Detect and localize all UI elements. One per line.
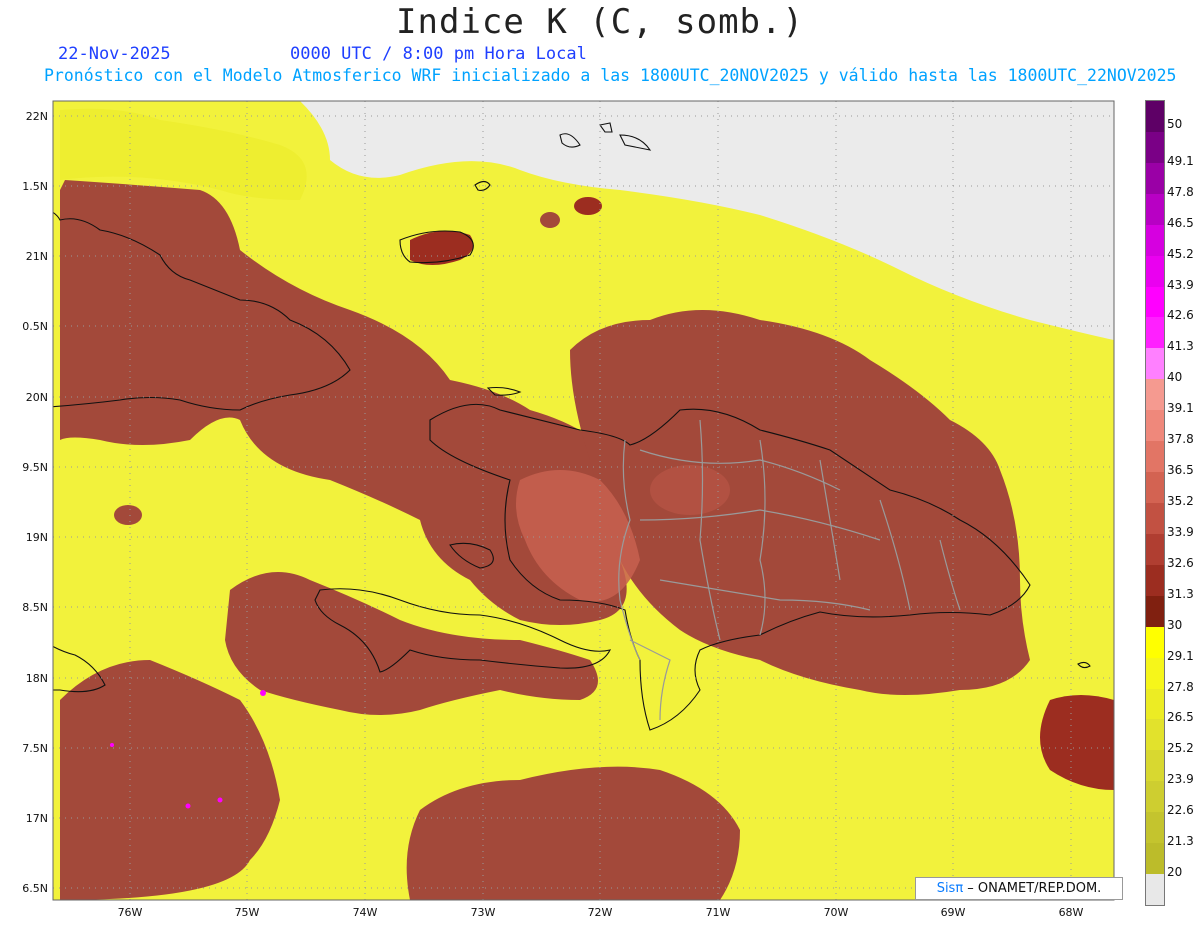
color-scale-segment	[1146, 719, 1164, 751]
color-scale-label: 29.1	[1167, 648, 1194, 663]
color-scale-bar	[1145, 100, 1165, 906]
lat-label: 18N	[26, 672, 48, 685]
color-scale-segment	[1146, 472, 1164, 504]
color-scale-segment	[1146, 533, 1164, 566]
color-scale-label: 33.9	[1167, 524, 1194, 539]
color-scale-label: 35.2	[1167, 494, 1194, 508]
brown-k-spot	[114, 505, 142, 525]
color-scale-label: 45.2	[1167, 246, 1194, 261]
color-scale-segment	[1146, 131, 1164, 164]
magenta-k-spot	[110, 743, 114, 747]
color-scale-segment	[1146, 843, 1164, 875]
lat-label: 19N	[26, 531, 48, 544]
credit-text: – ONAMET/REP.DOM.	[963, 881, 1102, 896]
color-scale-label: 42.6	[1167, 308, 1194, 323]
color-scale-segment	[1146, 874, 1164, 906]
lat-label: 8.5N	[22, 601, 48, 614]
lat-label: 17N	[26, 812, 48, 825]
lon-label: 70W	[824, 906, 849, 919]
magenta-k-spot	[217, 797, 223, 803]
lat-label: 21N	[26, 250, 48, 263]
color-scale-label: 41.3	[1167, 339, 1194, 354]
lat-label: 22N	[26, 110, 48, 123]
color-scale-label: 30	[1167, 617, 1183, 632]
color-scale-segment	[1146, 503, 1164, 535]
lat-label: 9.5N	[22, 461, 48, 474]
color-scale-segment	[1146, 410, 1164, 442]
lat-label: 6.5N	[22, 882, 48, 895]
color-scale-label: 37.8	[1167, 432, 1194, 447]
color-scale-segment	[1146, 595, 1164, 628]
color-scale-segment	[1146, 348, 1164, 380]
color-scale-label: 50	[1167, 116, 1183, 131]
color-scale-label: 47.8	[1167, 184, 1194, 199]
color-scale-label: 26.5	[1167, 710, 1194, 725]
color-scale-segment	[1146, 688, 1164, 720]
lon-label: 72W	[588, 906, 613, 919]
lat-label: 0.5N	[22, 320, 48, 333]
color-scale-segment	[1146, 286, 1164, 318]
color-scale-segment	[1146, 101, 1164, 133]
lat-label: 7.5N	[22, 742, 48, 755]
brown-k-spot	[574, 197, 602, 215]
color-scale-segment	[1146, 193, 1164, 226]
color-scale-segment	[1146, 750, 1164, 782]
lon-label: 68W	[1059, 906, 1084, 919]
color-scale-label: 20	[1167, 865, 1183, 880]
color-scale-label: 27.8	[1167, 679, 1194, 694]
lat-label: 1.5N	[22, 180, 48, 193]
color-scale-segment	[1146, 317, 1164, 349]
color-scale-segment	[1146, 255, 1164, 288]
color-scale-segment	[1146, 812, 1164, 844]
color-scale-label: 39.1	[1167, 401, 1194, 416]
lat-label: 20N	[26, 391, 48, 404]
color-scale-segment	[1146, 224, 1164, 257]
color-scale-label: 43.9	[1167, 277, 1194, 292]
color-scale-label: 46.5	[1167, 215, 1194, 230]
color-scale-segment	[1146, 657, 1164, 690]
lon-label: 71W	[706, 906, 731, 919]
color-scale-label: 31.3	[1167, 586, 1194, 601]
color-scale-segment	[1146, 379, 1164, 411]
color-scale-label: 32.6	[1167, 555, 1194, 570]
latitude-labels: 22N 1.5N 21N 0.5N 20N 9.5N 19N 8.5N 18N …	[22, 110, 48, 895]
color-scale-label: 36.5	[1167, 463, 1194, 478]
color-scale-label: 22.6	[1167, 803, 1194, 818]
color-scale-label: 21.3	[1167, 834, 1194, 849]
color-scale-segment	[1146, 564, 1164, 597]
color-scale-segment	[1146, 162, 1164, 195]
color-scale-segment	[1146, 441, 1164, 473]
color-scale-segment	[1146, 781, 1164, 813]
brown-k-spot	[540, 212, 560, 228]
lon-label: 73W	[471, 906, 496, 919]
color-scale-label: 40	[1167, 370, 1183, 385]
sis-logo-text: Sisπ	[936, 881, 964, 896]
pink-k-highlight	[650, 465, 730, 515]
magenta-k-spot	[260, 690, 266, 696]
color-scale-label: 49.1	[1167, 153, 1194, 168]
color-scale-segment	[1146, 626, 1164, 659]
longitude-labels: 76W 75W 74W 73W 72W 71W 70W 69W 68W	[118, 906, 1084, 919]
k-index-map: 22N 1.5N 21N 0.5N 20N 9.5N 19N 8.5N 18N …	[22, 100, 1115, 919]
lon-label: 75W	[235, 906, 260, 919]
lon-label: 74W	[353, 906, 378, 919]
lon-label: 76W	[118, 906, 143, 919]
magenta-k-spot	[185, 803, 191, 809]
lon-label: 69W	[941, 906, 966, 919]
color-scale-label: 25.2	[1167, 741, 1194, 756]
credit-box: Sisπ – ONAMET/REP.DOM.	[915, 877, 1123, 900]
color-scale-label: 23.9	[1167, 772, 1194, 787]
